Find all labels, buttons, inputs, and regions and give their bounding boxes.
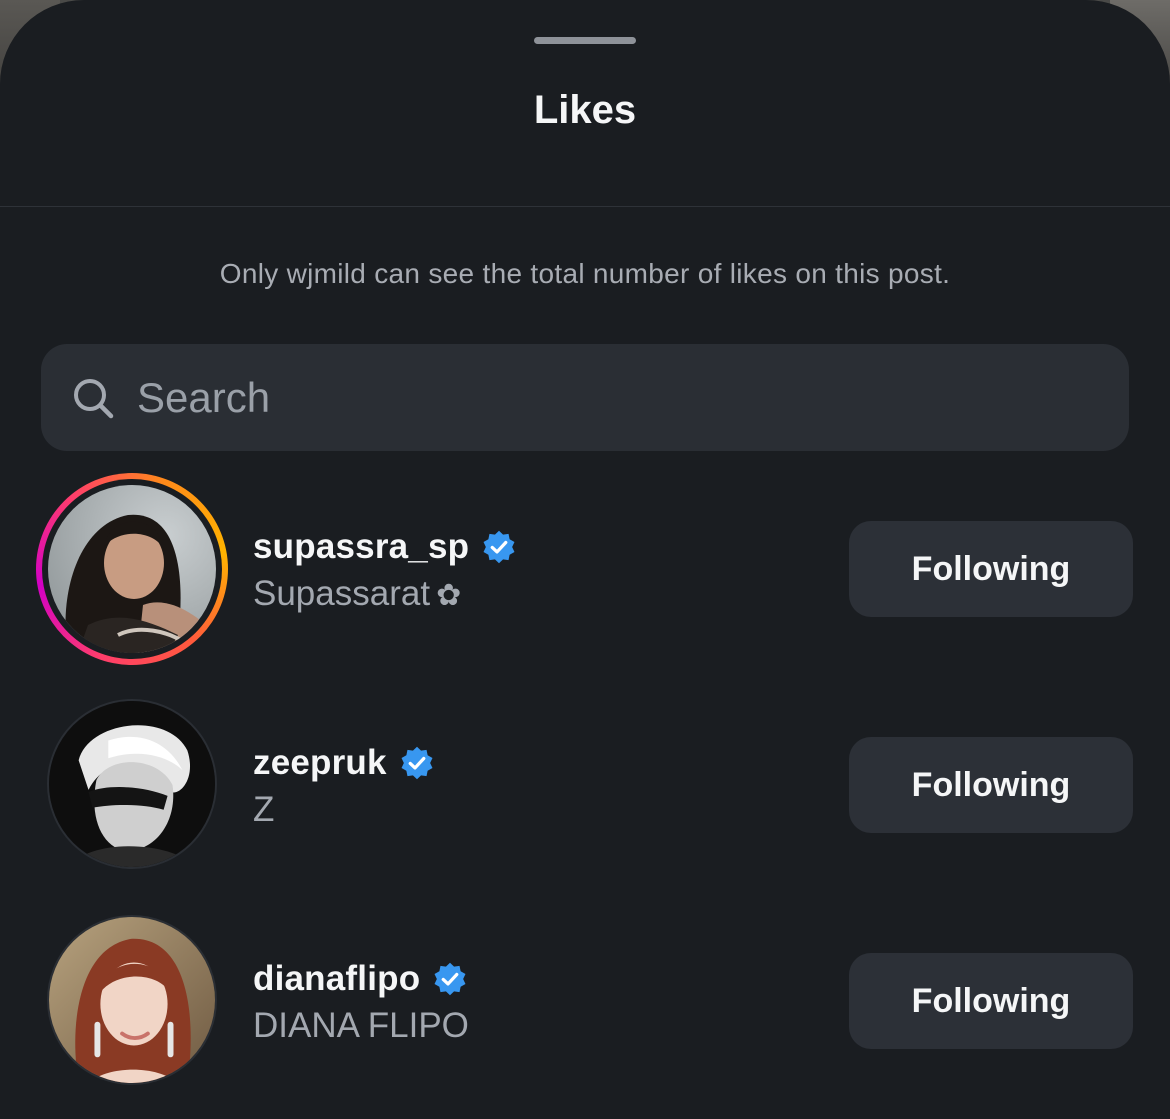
avatar-story-ring[interactable] [36,473,228,665]
full-name: Z [253,788,274,832]
avatar-photo [49,917,215,1083]
header-divider [0,206,1170,207]
avatar [48,485,216,653]
following-button[interactable]: Following [849,737,1133,833]
avatar[interactable] [47,699,217,869]
verified-badge-icon [483,530,515,564]
avatar-photo [48,485,216,653]
full-name-text: Supassarat [253,574,431,613]
full-name-text: DIANA FLIPO [253,1006,469,1045]
search-bar[interactable] [41,344,1129,451]
username[interactable]: supassra_sp [253,527,469,567]
full-name: DIANA FLIPO [253,1004,469,1048]
username[interactable]: zeepruk [253,743,387,783]
drag-handle[interactable] [534,37,636,44]
sheet-title: Likes [533,88,637,132]
likes-sheet: Likes Only wjmild can see the total numb… [0,0,1170,1119]
search-icon [74,379,114,419]
avatar-photo [49,701,215,867]
verified-badge-icon [434,962,466,996]
following-button[interactable]: Following [849,953,1133,1049]
username[interactable]: dianaflipo [253,959,420,999]
verified-badge-icon [401,746,433,780]
username-line: zeepruk [253,738,435,788]
user-row[interactable]: supassra_sp Supassarat ✿ Following [0,470,1170,670]
full-name-text: Z [253,790,275,829]
user-row[interactable]: zeepruk Z Following [0,686,1170,886]
avatar[interactable] [47,915,217,1085]
following-button[interactable]: Following [849,521,1133,617]
search-input[interactable] [137,366,1037,430]
full-name: Supassarat ✿ [253,572,461,618]
username-line: supassra_sp [253,522,517,572]
flower-emoji: ✿ [436,579,462,612]
likes-privacy-notice: Only wjmild can see the total number of … [219,258,951,289]
username-line: dianaflipo [253,954,468,1004]
user-row[interactable]: dianaflipo DIANA FLIPO Following [0,902,1170,1102]
